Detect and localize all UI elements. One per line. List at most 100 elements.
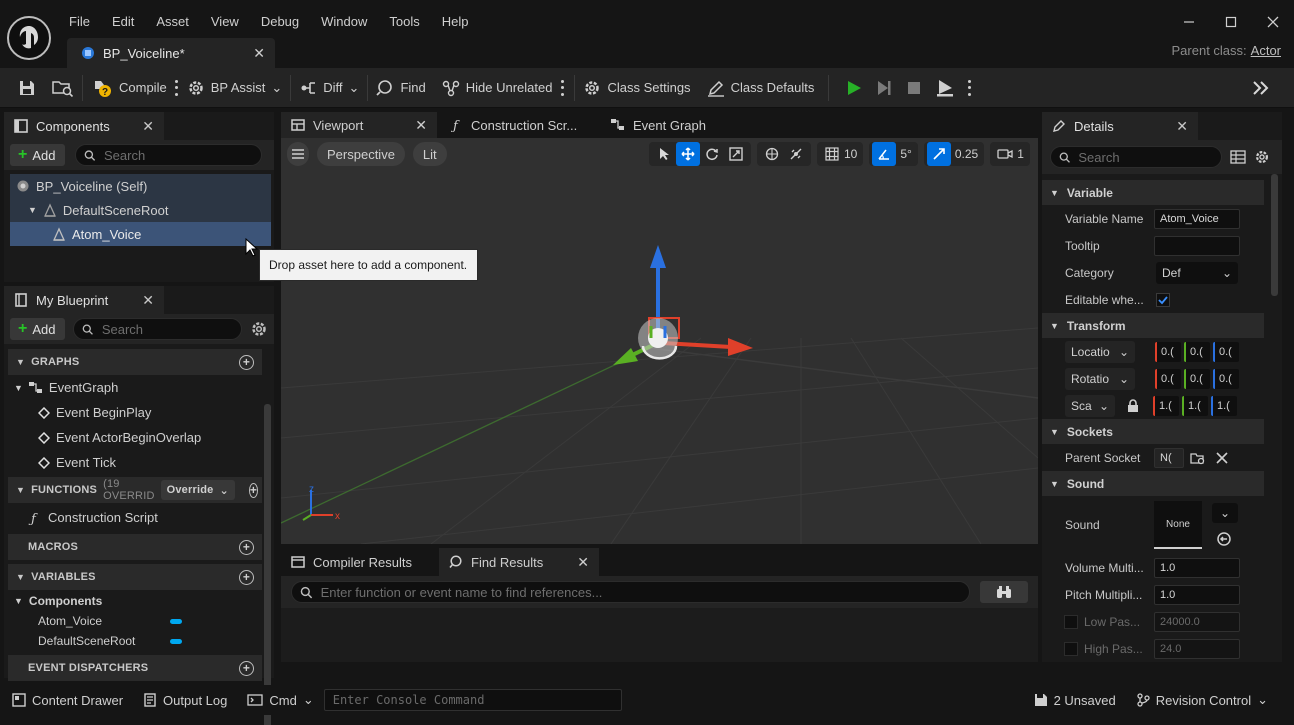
list-item-event-tick[interactable]: Event Tick <box>8 450 262 475</box>
scale-dropdown[interactable]: Sca ⌄ <box>1065 394 1115 417</box>
surface-snap-icon[interactable] <box>784 142 808 166</box>
tree-item-defaultsceneroot[interactable]: ▼ DefaultSceneRoot <box>10 198 271 222</box>
tab-components[interactable]: Components ✕ <box>4 112 164 140</box>
grid-snap-value[interactable]: 10 <box>844 147 857 161</box>
step-forward-icon[interactable] <box>875 79 893 97</box>
translate-mode-icon[interactable] <box>676 142 700 166</box>
viewport[interactable]: z x Perspective Lit 10 5° 0.25 1 <box>281 138 1038 544</box>
browse-socket-icon[interactable] <box>1190 451 1206 465</box>
menu-help[interactable]: Help <box>431 11 480 33</box>
scale-mode-icon[interactable] <box>724 142 748 166</box>
list-item-event-actorbeginoverlap[interactable]: Event ActorBeginOverlap <box>8 425 262 450</box>
close-tab-icon[interactable]: ✕ <box>142 292 154 309</box>
variable-category-components[interactable]: ▼ Components <box>8 590 262 611</box>
low-pass-checkbox[interactable] <box>1064 614 1078 629</box>
camera-speed-icon[interactable] <box>993 142 1017 166</box>
play-options-icon[interactable] <box>967 79 971 96</box>
menu-edit[interactable]: Edit <box>101 11 145 33</box>
lock-icon[interactable] <box>1127 398 1139 413</box>
scrollbar[interactable] <box>264 404 271 725</box>
expand-toolbar-icon[interactable] <box>1252 80 1270 96</box>
menu-file[interactable]: File <box>58 11 101 33</box>
class-defaults-button[interactable]: Class Defaults <box>699 68 823 108</box>
close-window-button[interactable] <box>1252 8 1294 36</box>
clear-icon[interactable] <box>1216 451 1228 464</box>
section-functions[interactable]: ▼ FUNCTIONS (19 OVERRID Override ⌄ + <box>8 477 262 503</box>
location-dropdown[interactable]: Locatio ⌄ <box>1065 340 1135 363</box>
sound-asset-dropdown[interactable]: ⌄ <box>1212 503 1238 523</box>
override-dropdown[interactable]: Override ⌄ <box>160 480 235 500</box>
components-search-input[interactable] <box>103 147 253 163</box>
perspective-button[interactable]: Perspective <box>317 142 405 166</box>
unreal-logo-icon[interactable] <box>7 16 51 60</box>
viewport-options-button[interactable] <box>287 142 309 166</box>
close-tab-icon[interactable]: ✕ <box>142 118 154 135</box>
minimize-button[interactable] <box>1168 8 1210 36</box>
select-mode-icon[interactable] <box>652 142 676 166</box>
volume-field[interactable]: 1.0 <box>1154 557 1240 578</box>
tab-compiler-results[interactable]: Compiler Results <box>281 548 439 576</box>
parent-socket-field[interactable]: N( <box>1154 447 1184 468</box>
class-settings-button[interactable]: Class Settings <box>575 68 698 108</box>
tab-details[interactable]: Details ✕ <box>1042 112 1198 140</box>
editable-checkbox[interactable] <box>1156 292 1170 307</box>
menu-view[interactable]: View <box>200 11 250 33</box>
find-button[interactable]: Find <box>368 68 433 108</box>
rotate-mode-icon[interactable] <box>700 142 724 166</box>
tab-event-graph[interactable]: Event Graph <box>601 112 721 138</box>
tab-find-results[interactable]: Find Results ✕ <box>439 548 599 576</box>
section-event-dispatchers[interactable]: EVENT DISPATCHERS + <box>8 655 262 681</box>
section-sockets[interactable]: ▼ Sockets <box>1042 419 1264 444</box>
diff-button[interactable]: Diff ⌄ <box>291 68 367 108</box>
find-references-input[interactable] <box>320 584 961 600</box>
grid-snap-icon[interactable] <box>820 142 844 166</box>
settings-gear-icon[interactable] <box>250 320 268 338</box>
sound-asset-thumbnail[interactable]: None <box>1154 501 1202 549</box>
menu-window[interactable]: Window <box>310 11 378 33</box>
console-command-input[interactable]: Enter Console Command <box>323 689 622 711</box>
rotation-x-field[interactable]: 0.( <box>1155 368 1181 389</box>
add-member-button[interactable]: + Add <box>10 318 66 340</box>
section-graphs[interactable]: ▼ GRAPHS + <box>8 349 262 375</box>
hide-unrelated-options-icon[interactable] <box>560 79 564 96</box>
details-scrollbar[interactable] <box>1271 174 1278 296</box>
collapse-arrow-icon[interactable]: ▼ <box>28 205 37 215</box>
add-function-icon[interactable]: + <box>248 482 259 498</box>
tree-item-atom-voice[interactable]: Atom_Voice <box>10 222 271 246</box>
output-log-button[interactable]: Output Log <box>133 685 237 715</box>
browse-button[interactable] <box>44 68 82 108</box>
variable-atom-voice[interactable]: Atom_Voice <box>8 611 262 631</box>
tree-item-self[interactable]: BP_Voiceline (Self) <box>10 174 271 198</box>
close-tab-icon[interactable]: ✕ <box>577 554 589 571</box>
camera-speed-value[interactable]: 1 <box>1017 147 1024 161</box>
menu-tools[interactable]: Tools <box>378 11 430 33</box>
list-item-event-beginplay[interactable]: Event BeginPlay <box>8 400 262 425</box>
section-macros[interactable]: MACROS + <box>8 534 262 560</box>
tab-my-blueprint[interactable]: My Blueprint ✕ <box>4 286 164 314</box>
eject-icon[interactable] <box>935 79 955 97</box>
add-dispatcher-icon[interactable]: + <box>239 660 254 676</box>
category-dropdown[interactable]: Def ⌄ <box>1156 261 1238 284</box>
content-drawer-button[interactable]: Content Drawer <box>0 685 133 715</box>
section-variable[interactable]: ▼ Variable <box>1042 180 1264 205</box>
add-macro-icon[interactable]: + <box>239 539 254 555</box>
close-tab-icon[interactable]: ✕ <box>1176 118 1188 135</box>
revision-control-button[interactable]: Revision Control ⌄ <box>1126 685 1294 715</box>
high-pass-checkbox[interactable] <box>1064 641 1078 656</box>
cmd-dropdown[interactable]: Cmd ⌄ <box>237 685 323 715</box>
variable-defaultsceneroot[interactable]: DefaultSceneRoot <box>8 631 262 651</box>
variable-name-field[interactable]: Atom_Voice <box>1154 208 1240 229</box>
save-button[interactable] <box>0 68 44 108</box>
find-in-all-blueprints-button[interactable] <box>980 581 1028 603</box>
add-component-button[interactable]: + Add <box>10 144 66 166</box>
maximize-button[interactable] <box>1210 8 1252 36</box>
scale-y-field[interactable]: 1.( <box>1182 395 1208 416</box>
compile-button[interactable]: ? Compile <box>83 68 175 108</box>
tab-viewport[interactable]: Viewport ✕ <box>281 112 437 138</box>
scale-snap-icon[interactable] <box>926 142 951 166</box>
location-z-field[interactable]: 0.( <box>1213 341 1239 362</box>
scale-z-field[interactable]: 1.( <box>1211 395 1237 416</box>
close-tab-icon[interactable]: ✕ <box>415 117 427 134</box>
lit-button[interactable]: Lit <box>412 142 447 166</box>
close-tab-icon[interactable]: ✕ <box>253 45 265 62</box>
